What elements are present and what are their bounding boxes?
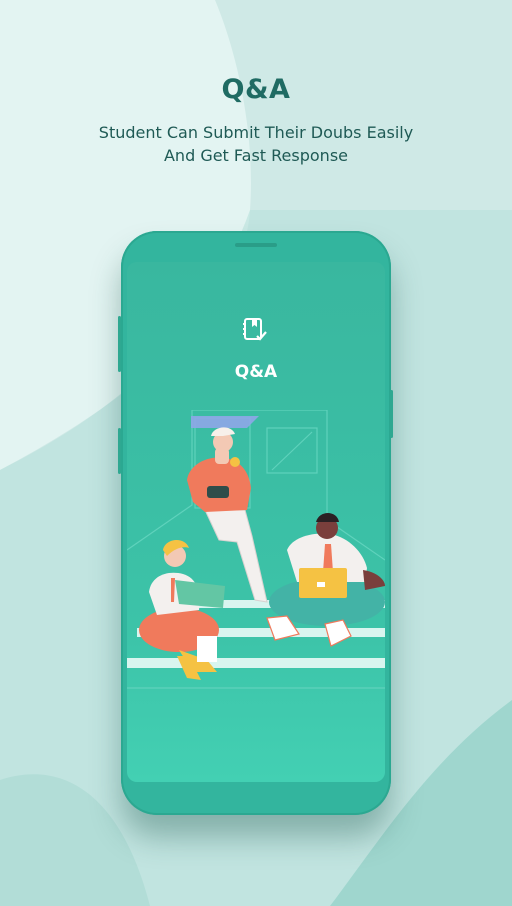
phone-side-button-left-2 [118, 428, 121, 474]
subtitle-line-1: Student Can Submit Their Doubs Easily [98, 123, 414, 142]
screen-title: Q&A [234, 362, 278, 382]
page-title: Q&A [221, 74, 291, 105]
page-subtitle: Student Can Submit Their Doubs Easily An… [0, 121, 512, 167]
students-illustration [127, 410, 385, 689]
notebook-check-icon [243, 318, 267, 341]
phone-side-button-right [390, 390, 393, 438]
phone-speaker [235, 243, 277, 247]
subtitle-line-2: And Get Fast Response [163, 146, 348, 165]
phone-side-button-left [118, 316, 121, 372]
